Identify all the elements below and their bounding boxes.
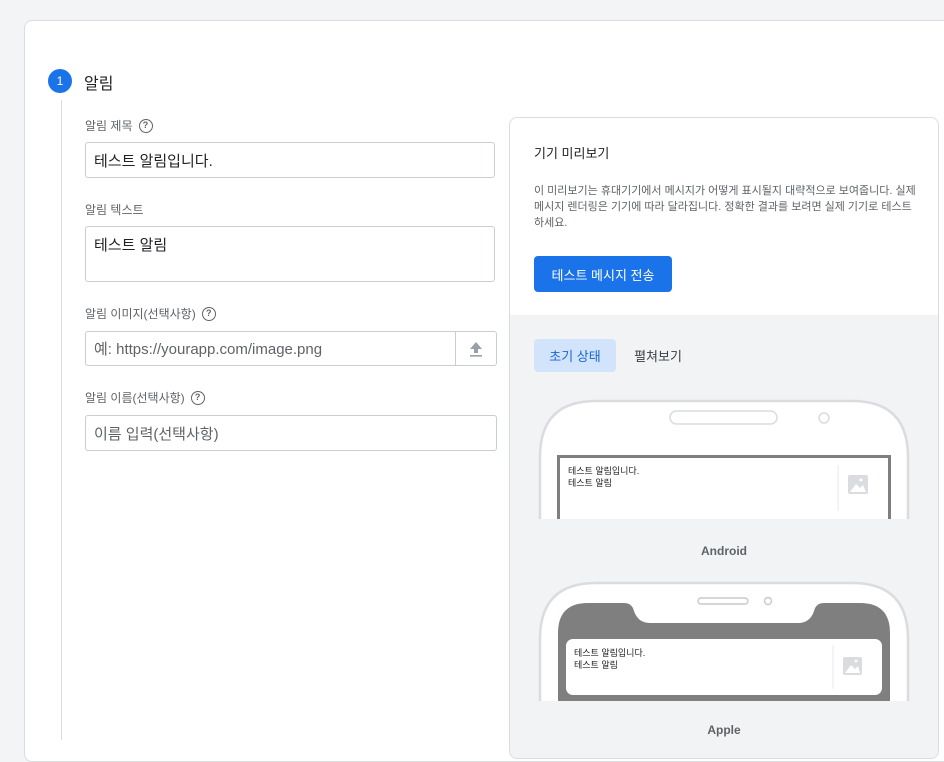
preview-device-area: 초기 상태 펼쳐보기 테스트 알림입니다. 테스트 알림 Android 테스트… <box>510 315 938 758</box>
notification-image-label: 알림 이미지(선택사항) ? <box>85 305 216 322</box>
notification-name-input[interactable]: 이름 입력(선택사항) <box>85 415 497 451</box>
notification-image-label-text: 알림 이미지(선택사항) <box>85 307 196 321</box>
android-phone-mockup <box>538 399 910 519</box>
android-label: Android <box>701 544 747 558</box>
apple-notification-body: 테스트 알림 <box>574 660 618 670</box>
tab-expanded[interactable]: 펼쳐보기 <box>626 339 690 372</box>
notification-title-label-text: 알림 제목 <box>85 119 133 133</box>
upload-button[interactable] <box>455 332 496 365</box>
notification-text-label: 알림 텍스트 <box>85 201 144 218</box>
notification-title-label: 알림 제목 ? <box>85 117 153 134</box>
notification-image-field: 예: https://yourapp.com/image.png <box>85 331 497 366</box>
apple-notification-title: 테스트 알림입니다. <box>574 648 646 658</box>
notification-text-input[interactable]: 테스트 알림 <box>85 226 495 282</box>
notification-name-placeholder: 이름 입력(선택사항) <box>94 425 219 443</box>
notification-text-value: 테스트 알림 <box>94 237 168 254</box>
upload-icon <box>470 341 482 357</box>
step-title: 알림 <box>84 76 114 93</box>
notification-name-label-text: 알림 이름(선택사항) <box>85 391 185 405</box>
step-number-badge: 1 <box>48 69 72 93</box>
preview-title: 기기 미리보기 <box>534 146 610 161</box>
apple-phone-mockup <box>538 581 910 701</box>
android-notification-title: 테스트 알림입니다. <box>568 466 640 476</box>
notification-text-label-text: 알림 텍스트 <box>85 203 144 217</box>
notification-title-value: 테스트 알림입니다. <box>94 152 213 170</box>
send-test-message-button[interactable]: 테스트 메시지 전송 <box>534 256 672 292</box>
help-icon[interactable]: ? <box>190 390 205 405</box>
notification-image-placeholder: 예: https://yourapp.com/image.png <box>94 341 323 358</box>
step-connector-line <box>61 100 62 740</box>
apple-label: Apple <box>707 723 741 737</box>
help-icon[interactable]: ? <box>201 306 216 321</box>
android-notification: 테스트 알림입니다. 테스트 알림 <box>568 465 639 489</box>
preview-description: 이 미리보기는 휴대기기에서 메시지가 어떻게 표시될지 대략적으로 보여줍니다… <box>534 185 916 229</box>
notification-name-label: 알림 이름(선택사항) ? <box>85 389 205 406</box>
notification-title-input[interactable]: 테스트 알림입니다. <box>85 142 495 178</box>
device-preview-panel: 기기 미리보기 이 미리보기는 휴대기기에서 메시지가 어떻게 표시될지 대략적… <box>509 117 939 759</box>
help-icon[interactable]: ? <box>138 118 153 133</box>
tab-initial-state[interactable]: 초기 상태 <box>534 339 616 372</box>
notification-image-input[interactable]: 예: https://yourapp.com/image.png <box>86 332 455 365</box>
android-notification-body: 테스트 알림 <box>568 478 612 488</box>
apple-notification: 테스트 알림입니다. 테스트 알림 <box>574 647 645 671</box>
